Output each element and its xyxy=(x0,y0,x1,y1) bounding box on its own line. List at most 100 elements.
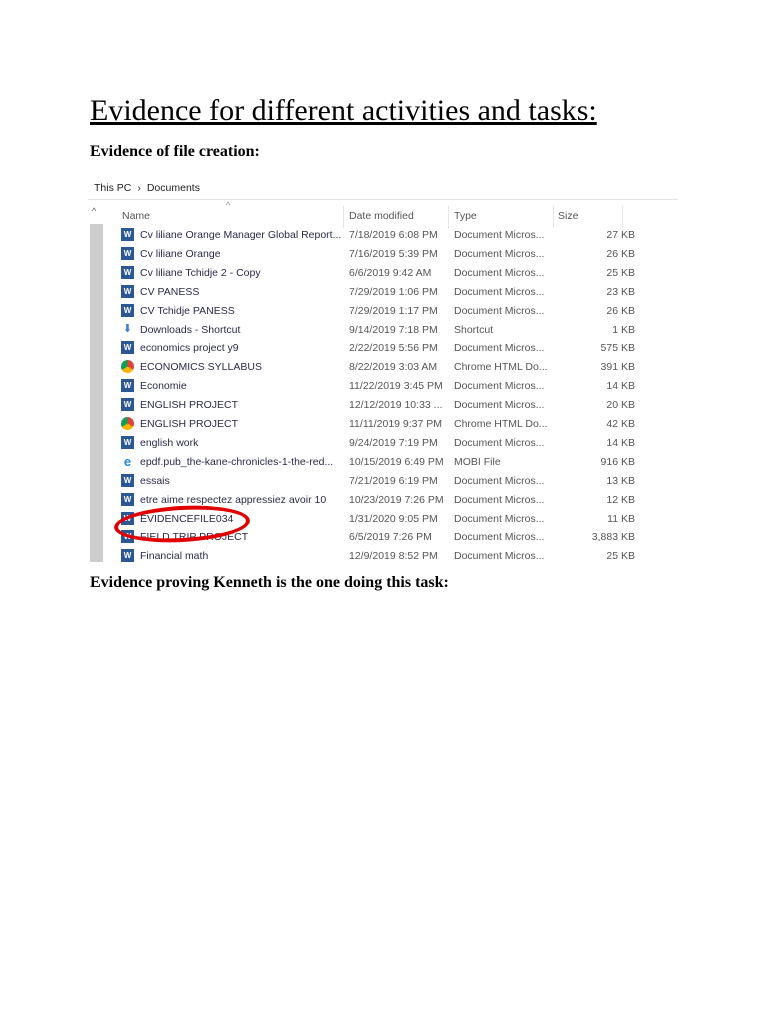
file-size: 23 KB xyxy=(606,285,635,298)
file-row[interactable]: W essais 7/21/2019 6:19 PM Document Micr… xyxy=(118,472,635,491)
file-date: 9/24/2019 7:19 PM xyxy=(349,436,438,449)
file-date: 7/29/2019 1:17 PM xyxy=(349,304,438,317)
word-document-icon: W xyxy=(121,303,134,317)
file-date: 9/14/2019 7:18 PM xyxy=(349,323,438,336)
file-row[interactable]: ENGLISH PROJECT 11/11/2019 9:37 PM Chrom… xyxy=(118,415,635,434)
file-name: Financial math xyxy=(140,550,209,563)
scrollbar[interactable] xyxy=(90,224,103,562)
file-size: 391 KB xyxy=(600,361,635,374)
file-name: ECONOMICS SYLLABUS xyxy=(140,361,262,374)
file-type: Shortcut xyxy=(454,323,494,336)
file-name: Economie xyxy=(140,380,187,393)
ie-icon: e xyxy=(123,453,132,469)
file-name: epdf.pub_the-kane-chronicles-1-the-red..… xyxy=(140,455,334,468)
chrome-icon xyxy=(121,360,134,374)
column-header-name[interactable]: Name xyxy=(122,210,150,222)
word-document-icon: W xyxy=(121,379,134,393)
file-size: 25 KB xyxy=(606,266,635,279)
file-row[interactable]: W Cv liliane Orange Manager Global Repor… xyxy=(118,226,635,245)
file-row[interactable]: W economics project y9 2/22/2019 5:56 PM… xyxy=(118,339,635,358)
file-type: Document Micros... xyxy=(454,285,545,298)
file-date: 6/5/2019 7:26 PM xyxy=(349,531,432,544)
file-name: economics project y9 xyxy=(140,342,239,355)
file-name: Cv liliane Tchidje 2 - Copy xyxy=(140,266,261,279)
word-document-icon: W xyxy=(121,473,134,487)
file-size: 11 KB xyxy=(607,512,635,525)
file-size: 575 KB xyxy=(600,342,635,355)
section-file-creation: Evidence of file creation: xyxy=(90,143,260,160)
file-row[interactable]: W CV PANESS 7/29/2019 1:06 PM Document M… xyxy=(118,283,635,302)
file-row[interactable]: W Economie 11/22/2019 3:45 PM Document M… xyxy=(118,377,635,396)
file-type: Document Micros... xyxy=(454,550,545,563)
file-size: 14 KB xyxy=(606,436,635,449)
file-row[interactable]: W ENGLISH PROJECT 12/12/2019 10:33 ... D… xyxy=(118,396,635,415)
section-proof: Evidence proving Kenneth is the one doin… xyxy=(90,574,449,591)
word-document-icon: W xyxy=(121,492,134,506)
column-separator[interactable] xyxy=(343,206,344,228)
word-document-icon: W xyxy=(121,398,134,412)
file-date: 7/16/2019 5:39 PM xyxy=(349,247,438,260)
sort-ascending-icon: ^ xyxy=(226,200,231,210)
file-row[interactable]: W Financial math 12/9/2019 8:52 PM Docum… xyxy=(118,547,635,566)
breadcrumb: This PC › Documents xyxy=(94,182,206,194)
file-size: 25 KB xyxy=(606,550,635,563)
word-document-icon: W xyxy=(121,435,134,449)
scroll-up-icon[interactable]: ^ xyxy=(92,206,96,216)
file-date: 7/21/2019 6:19 PM xyxy=(349,474,438,487)
breadcrumb-documents[interactable]: Documents xyxy=(147,182,200,194)
file-row[interactable]: W Cv liliane Tchidje 2 - Copy 6/6/2019 9… xyxy=(118,264,635,283)
column-separator[interactable] xyxy=(553,206,554,228)
page-heading: Evidence for different activities and ta… xyxy=(90,94,597,127)
file-type: Chrome HTML Do... xyxy=(454,418,548,430)
file-size: 42 KB xyxy=(606,418,635,430)
file-date: 7/29/2019 1:06 PM xyxy=(349,285,438,298)
file-name: english work xyxy=(140,436,199,449)
file-name: CV Tchidje PANESS xyxy=(140,304,235,317)
column-header-size[interactable]: Size xyxy=(558,210,578,222)
column-separator[interactable] xyxy=(622,206,623,228)
word-document-icon: W xyxy=(121,228,134,241)
file-row[interactable]: W english work 9/24/2019 7:19 PM Documen… xyxy=(118,434,635,453)
file-name: Downloads - Shortcut xyxy=(140,323,241,336)
file-row[interactable]: W Cv liliane Orange 7/16/2019 5:39 PM Do… xyxy=(118,245,635,264)
file-date: 7/18/2019 6:08 PM xyxy=(349,229,438,241)
file-type: Document Micros... xyxy=(454,380,545,393)
file-size: 12 KB xyxy=(606,493,635,506)
file-type: Document Micros... xyxy=(454,266,545,279)
file-row[interactable]: W CV Tchidje PANESS 7/29/2019 1:17 PM Do… xyxy=(118,302,635,321)
breadcrumb-this-pc[interactable]: This PC xyxy=(94,182,131,194)
file-type: MOBI File xyxy=(454,455,501,468)
word-document-icon: W xyxy=(121,265,134,279)
file-type: Document Micros... xyxy=(454,304,545,317)
file-row[interactable]: ECONOMICS SYLLABUS 8/22/2019 3:03 AM Chr… xyxy=(118,358,635,377)
file-size: 916 KB xyxy=(600,455,635,468)
file-type: Document Micros... xyxy=(454,399,545,412)
file-type: Document Micros... xyxy=(454,229,545,241)
file-type: Document Micros... xyxy=(454,493,545,506)
file-size: 27 KB xyxy=(606,229,635,241)
column-header-date[interactable]: Date modified xyxy=(349,210,414,222)
file-date: 8/22/2019 3:03 AM xyxy=(349,361,438,374)
file-type: Document Micros... xyxy=(454,436,545,449)
file-date: 11/11/2019 9:37 PM xyxy=(349,418,443,430)
file-date: 12/12/2019 10:33 ... xyxy=(349,399,443,412)
file-date: 12/9/2019 8:52 PM xyxy=(349,550,438,563)
column-header-type[interactable]: Type xyxy=(454,210,477,222)
file-date: 1/31/2020 9:05 PM xyxy=(349,512,438,525)
file-size: 13 KB xyxy=(606,474,635,487)
file-type: Document Micros... xyxy=(454,531,545,544)
file-name: essais xyxy=(140,474,170,487)
file-date: 6/6/2019 9:42 AM xyxy=(349,266,432,279)
file-size: 26 KB xyxy=(606,304,635,317)
file-row[interactable]: ⬇ Downloads - Shortcut 9/14/2019 7:18 PM… xyxy=(118,321,635,340)
file-row[interactable]: e epdf.pub_the-kane-chronicles-1-the-red… xyxy=(118,453,635,472)
file-type: Document Micros... xyxy=(454,512,545,525)
word-document-icon: W xyxy=(121,284,134,298)
breadcrumb-separator: › xyxy=(137,182,141,194)
file-size: 3,883 KB xyxy=(591,531,635,544)
file-name: Cv liliane Orange Manager Global Report.… xyxy=(140,229,342,241)
word-document-icon: W xyxy=(121,246,134,260)
file-date: 2/22/2019 5:56 PM xyxy=(349,342,438,355)
shortcut-icon: ⬇ xyxy=(122,322,133,335)
column-separator[interactable] xyxy=(448,206,449,228)
